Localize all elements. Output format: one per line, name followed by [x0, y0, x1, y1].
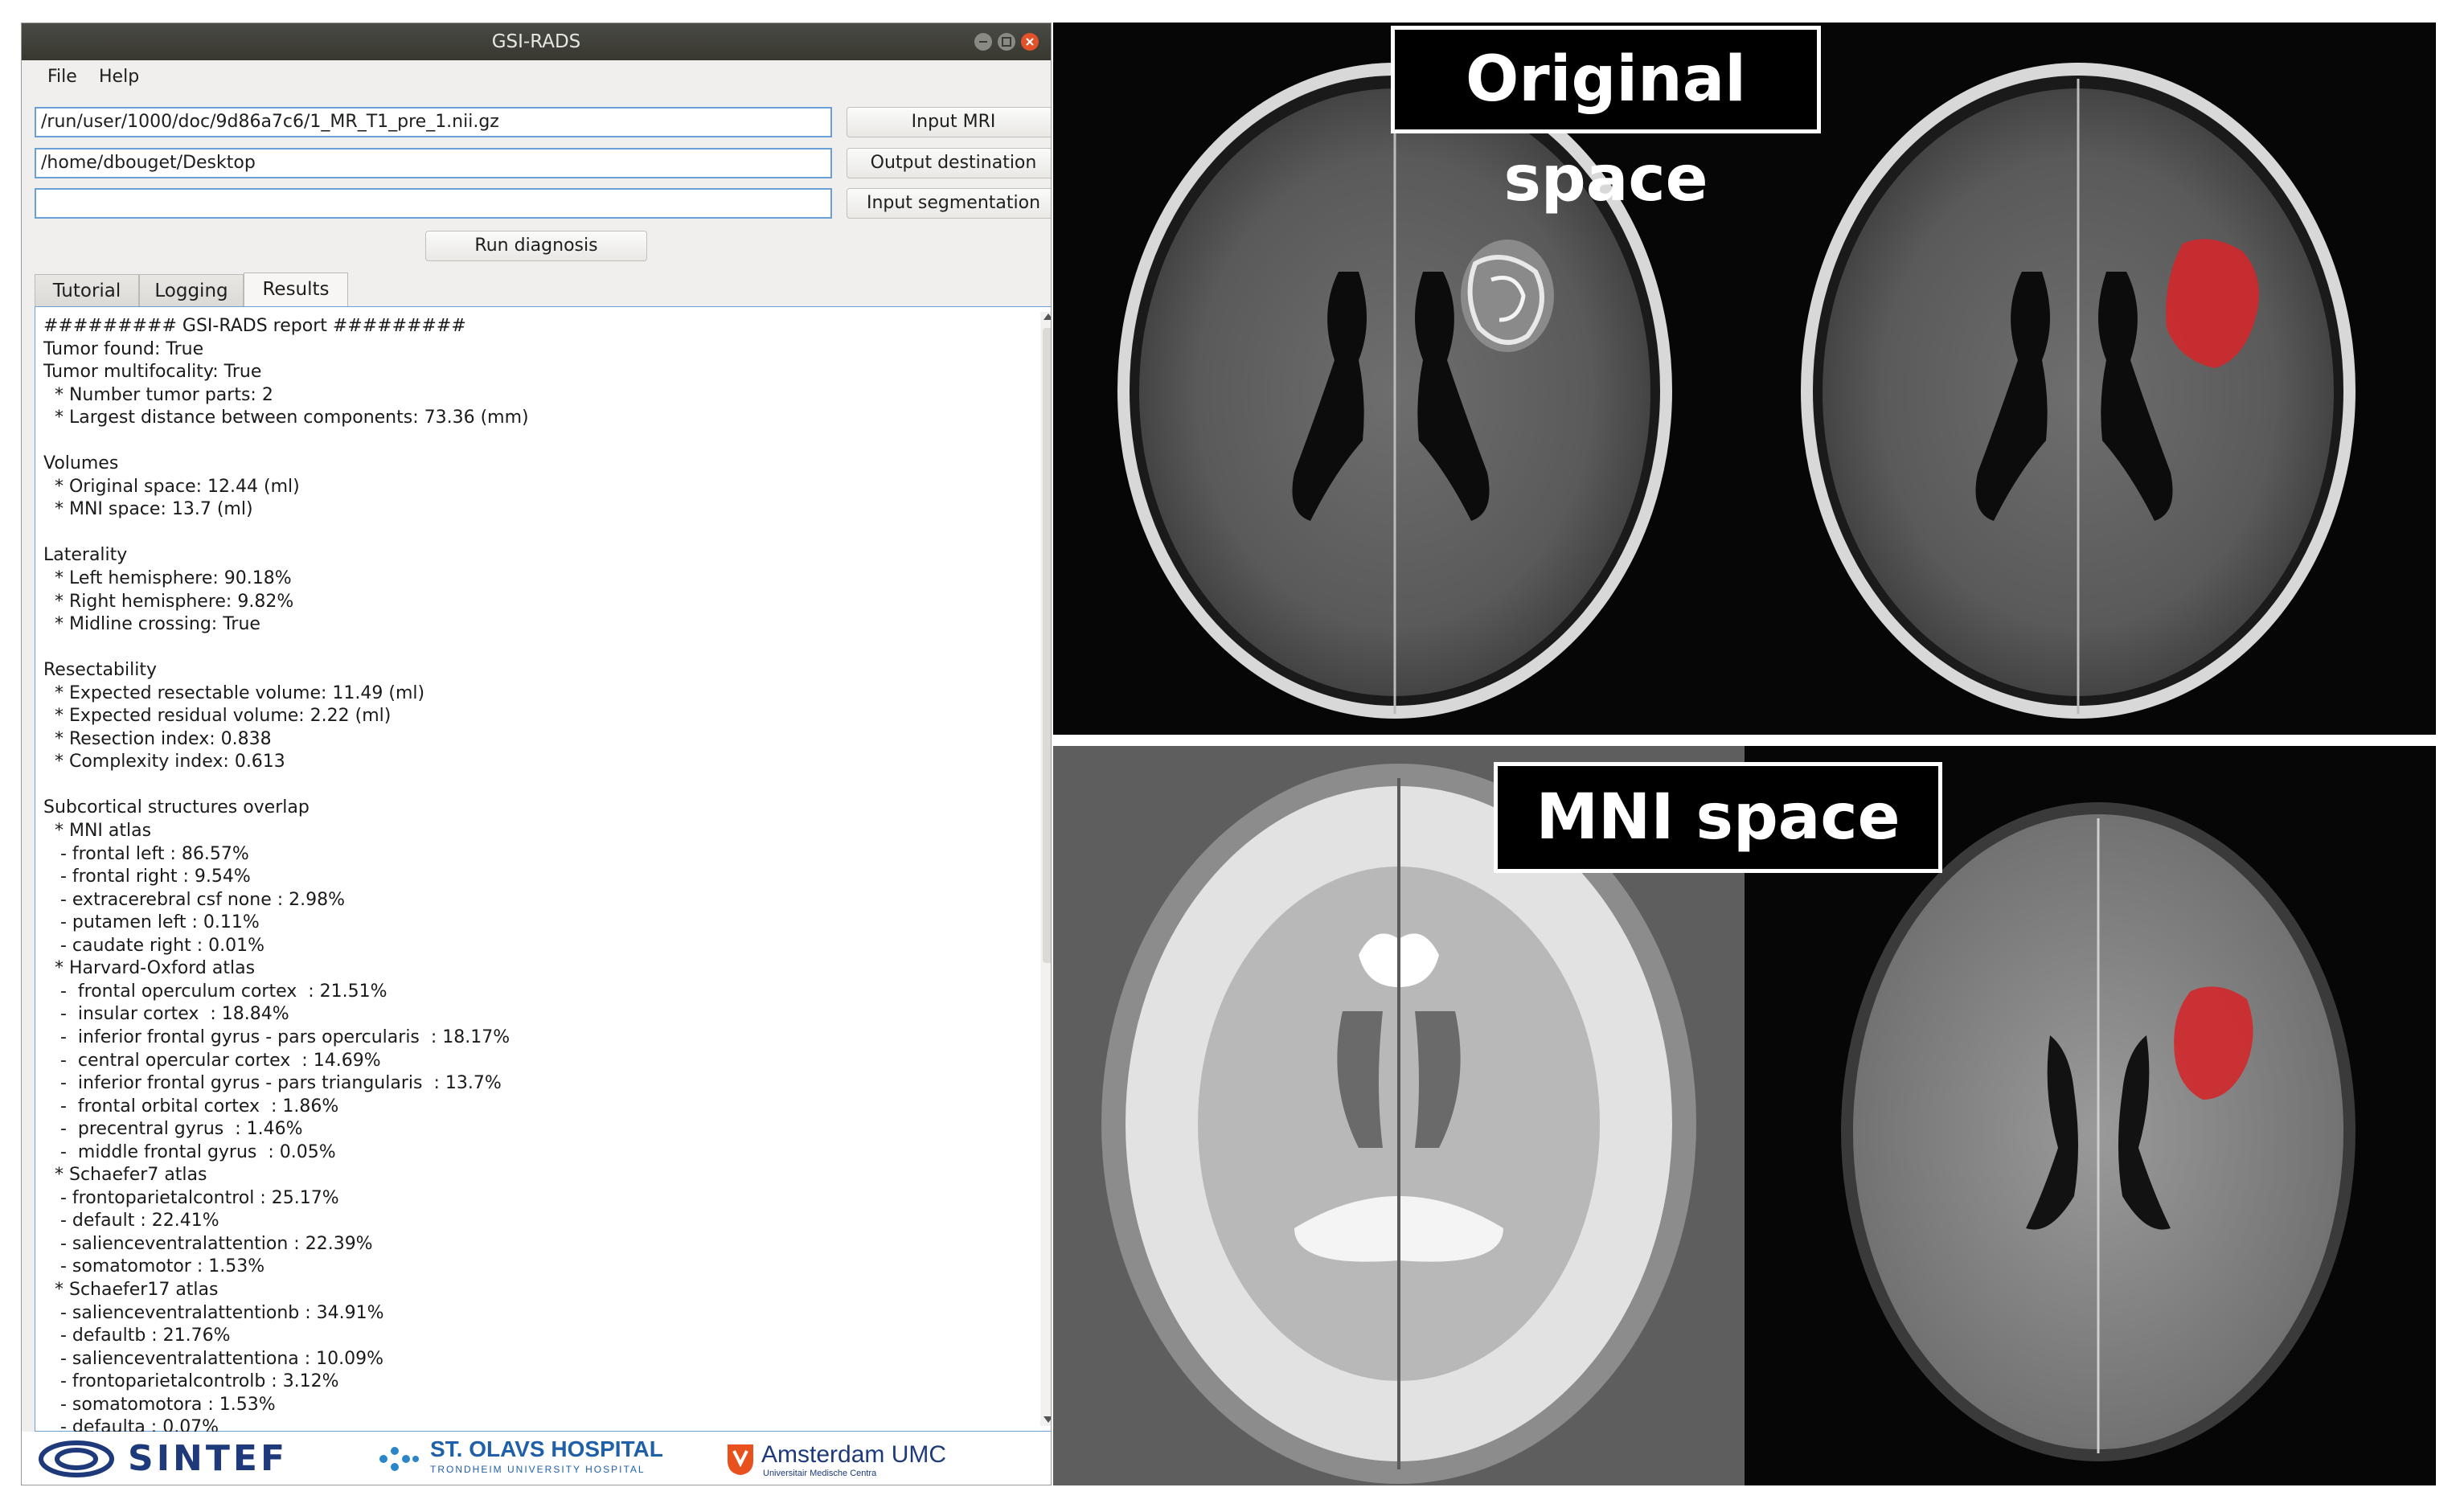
results-scrollbar[interactable]	[1040, 312, 1051, 1426]
output-destination-button[interactable]: Output destination	[847, 148, 1051, 178]
scroll-down-arrow-icon[interactable]	[1043, 1416, 1051, 1423]
scroll-up-arrow-icon[interactable]	[1043, 313, 1051, 320]
gsi-rads-report-text: ######### GSI-RADS report ######### Tumo…	[43, 316, 529, 1438]
tumor-region-unsegmented	[1461, 240, 1554, 352]
menu-file[interactable]: File	[47, 67, 77, 87]
st-olavs-subtitle: TRONDHEIM UNIVERSITY HOSPITAL	[430, 1464, 646, 1475]
menu-bar: File Help	[22, 60, 1051, 92]
tab-logging[interactable]: Logging	[139, 274, 244, 306]
amsterdam-umc-subtitle: Universitair Medische Centra	[763, 1469, 877, 1478]
original-mri-slice-with-segmentation	[1801, 63, 2356, 719]
mni-space-panel: MNI space	[1053, 746, 2436, 1485]
tab-tutorial[interactable]: Tutorial	[35, 274, 139, 306]
original-space-label: Original space	[1391, 26, 1821, 215]
sintef-logo-icon	[39, 1440, 114, 1477]
input-segmentation-button[interactable]: Input segmentation	[847, 188, 1051, 219]
minimize-icon[interactable]	[974, 33, 992, 51]
tab-results[interactable]: Results	[244, 272, 348, 306]
gsi-rads-window: GSI-RADS File Help /run/user/1000/doc/9d…	[21, 23, 1052, 1485]
results-text-panel[interactable]: ######### GSI-RADS report ######### Tumo…	[35, 306, 1051, 1437]
input-mri-button[interactable]: Input MRI	[847, 107, 1051, 137]
scroll-thumb[interactable]	[1043, 328, 1051, 963]
st-olavs-logo-text: ST. OLAVS HOSPITAL	[430, 1436, 663, 1461]
original-space-panel: Original space	[1053, 23, 2436, 735]
window-title: GSI-RADS	[491, 31, 581, 52]
mni-registered-mri-slice	[1841, 802, 2356, 1461]
maximize-icon[interactable]	[998, 33, 1015, 51]
dots-logo-icon	[379, 1447, 419, 1471]
menu-help[interactable]: Help	[99, 67, 139, 87]
amsterdam-umc-logo-text: Amsterdam UMC	[761, 1441, 947, 1468]
close-icon[interactable]	[1021, 33, 1039, 51]
title-bar[interactable]: GSI-RADS	[22, 23, 1051, 60]
input-segmentation-path-field[interactable]	[35, 188, 832, 219]
amsterdam-umc-shield-icon	[728, 1444, 753, 1475]
output-destination-path-field[interactable]: /home/dbouget/Desktop	[35, 148, 832, 178]
partner-logos-strip: SINTEF ST. OLAVS HOSPITAL TRONDHEIM UNIV…	[22, 1432, 1051, 1485]
sintef-logo-text: SINTEF	[128, 1438, 289, 1479]
input-mri-path-field[interactable]: /run/user/1000/doc/9d86a7c6/1_MR_T1_pre_…	[35, 107, 832, 137]
mni-space-label: MNI space	[1494, 762, 1942, 873]
run-diagnosis-button[interactable]: Run diagnosis	[425, 231, 647, 261]
